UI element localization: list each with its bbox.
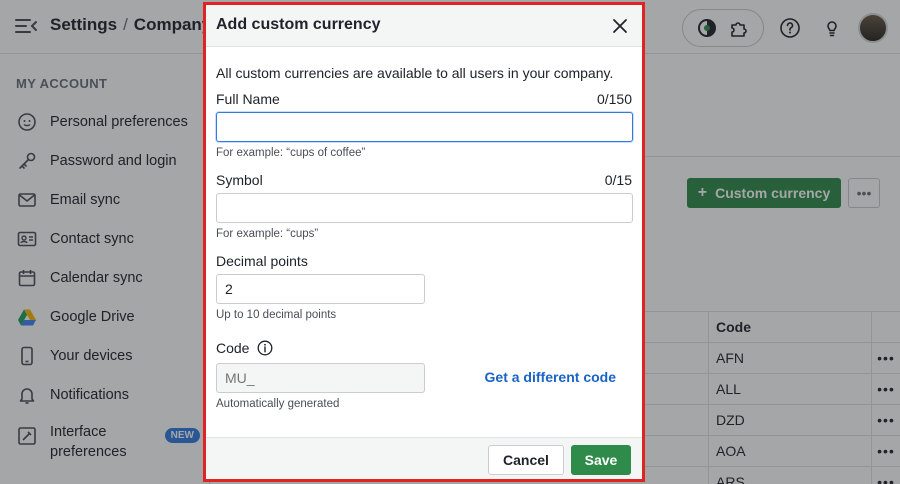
info-icon[interactable] xyxy=(257,340,273,356)
symbol-hint: For example: “cups” xyxy=(216,228,319,240)
symbol-label: Symbol xyxy=(216,172,263,188)
symbol-counter: 0/15 xyxy=(604,172,632,188)
code-label-row: Code xyxy=(216,340,273,356)
dialog-header: Add custom currency xyxy=(206,5,642,47)
add-custom-currency-dialog: Add custom currency All custom currencie… xyxy=(203,2,645,482)
cancel-button[interactable]: Cancel xyxy=(488,445,564,475)
get-different-code-link[interactable]: Get a different code xyxy=(485,369,616,385)
code-input xyxy=(216,363,425,393)
dialog-intro-text: All custom currencies are available to a… xyxy=(216,65,614,81)
code-label: Code xyxy=(216,340,250,356)
full-name-input[interactable] xyxy=(216,112,633,142)
decimal-points-input[interactable] xyxy=(216,274,425,304)
decimal-points-hint: Up to 10 decimal points xyxy=(216,309,337,321)
decimal-points-label: Decimal points xyxy=(216,253,308,269)
full-name-hint: For example: “cups of coffee” xyxy=(216,147,366,159)
symbol-input[interactable] xyxy=(216,193,633,223)
save-button[interactable]: Save xyxy=(571,445,631,475)
dialog-title: Add custom currency xyxy=(216,16,381,33)
close-icon[interactable] xyxy=(612,18,628,34)
full-name-label: Full Name xyxy=(216,91,280,107)
code-hint: Automatically generated xyxy=(216,398,340,410)
dialog-footer: Cancel Save xyxy=(206,437,642,479)
full-name-counter: 0/150 xyxy=(596,91,632,107)
